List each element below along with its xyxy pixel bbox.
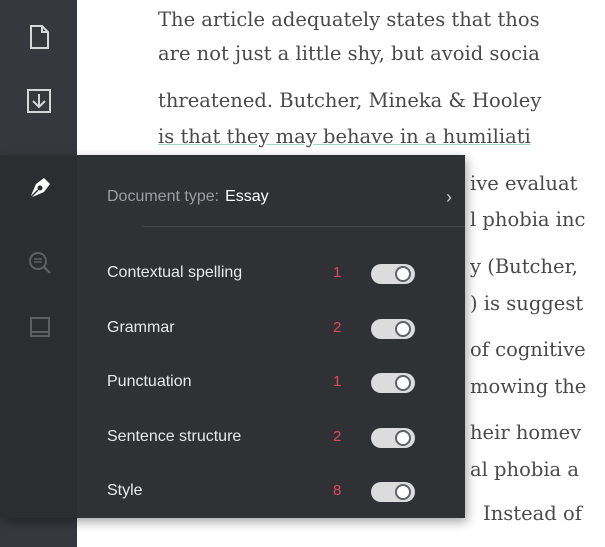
- document-line: ) is suggest: [470, 292, 584, 315]
- search-magnify-icon[interactable]: [24, 247, 56, 279]
- toggle-switch[interactable]: [371, 428, 415, 448]
- check-row-grammar: Grammar 2: [107, 314, 437, 344]
- document-line: is that they may behave in a humiliati: [158, 125, 531, 148]
- toggle-switch[interactable]: [371, 373, 415, 393]
- panel-rail: [0, 155, 77, 518]
- document-line: l phobia inc: [470, 208, 586, 231]
- check-label: Punctuation: [107, 373, 192, 390]
- document-line: al phobia a: [470, 458, 580, 481]
- toggle-knob: [395, 321, 411, 337]
- document-type-selector[interactable]: Document type: Essay ›: [107, 182, 452, 212]
- document-line: heir homev: [470, 421, 582, 444]
- check-row-sentence-structure: Sentence structure 2: [107, 423, 437, 453]
- check-label: Contextual spelling: [107, 264, 243, 281]
- document-type-value: Essay: [225, 188, 269, 205]
- check-count: 2: [333, 428, 342, 445]
- check-row-punctuation: Punctuation 1: [107, 368, 437, 398]
- document-line: mowing the: [470, 375, 587, 398]
- check-row-style: Style 8: [107, 477, 437, 507]
- toggle-knob: [395, 430, 411, 446]
- toggle-knob: [395, 266, 411, 282]
- check-row-contextual-spelling: Contextual spelling 1: [107, 259, 437, 289]
- document-type-label: Document type:: [107, 188, 220, 205]
- divider: [143, 226, 465, 227]
- toggle-switch[interactable]: [371, 264, 415, 284]
- check-count: 8: [333, 482, 342, 499]
- toggle-knob: [395, 484, 411, 500]
- check-count: 2: [333, 319, 342, 336]
- document-line: y (Butcher,: [470, 255, 578, 278]
- document-line: ive evaluat: [470, 172, 578, 195]
- download-icon[interactable]: [24, 86, 54, 116]
- document-line: Instead of: [483, 502, 582, 525]
- document-line: are not just a little shy, but avoid soc…: [158, 42, 540, 65]
- document-icon[interactable]: [24, 22, 54, 52]
- check-count: 1: [333, 373, 342, 390]
- toggle-switch[interactable]: [371, 482, 415, 502]
- document-line: of cognitive: [470, 338, 586, 361]
- document-line: threatened. Butcher, Mineka & Hooley: [158, 89, 542, 112]
- pen-nib-icon[interactable]: [24, 172, 56, 204]
- check-label: Grammar: [107, 319, 175, 336]
- document-line: The article adequately states that thos: [158, 8, 540, 31]
- chevron-right-icon: ›: [446, 186, 452, 207]
- book-icon[interactable]: [24, 312, 56, 344]
- checks-panel: Document type: Essay › Contextual spelli…: [0, 155, 465, 518]
- check-label: Sentence structure: [107, 428, 242, 445]
- check-label: Style: [107, 482, 143, 499]
- toggle-switch[interactable]: [371, 319, 415, 339]
- check-count: 1: [333, 264, 342, 281]
- toggle-knob: [395, 375, 411, 391]
